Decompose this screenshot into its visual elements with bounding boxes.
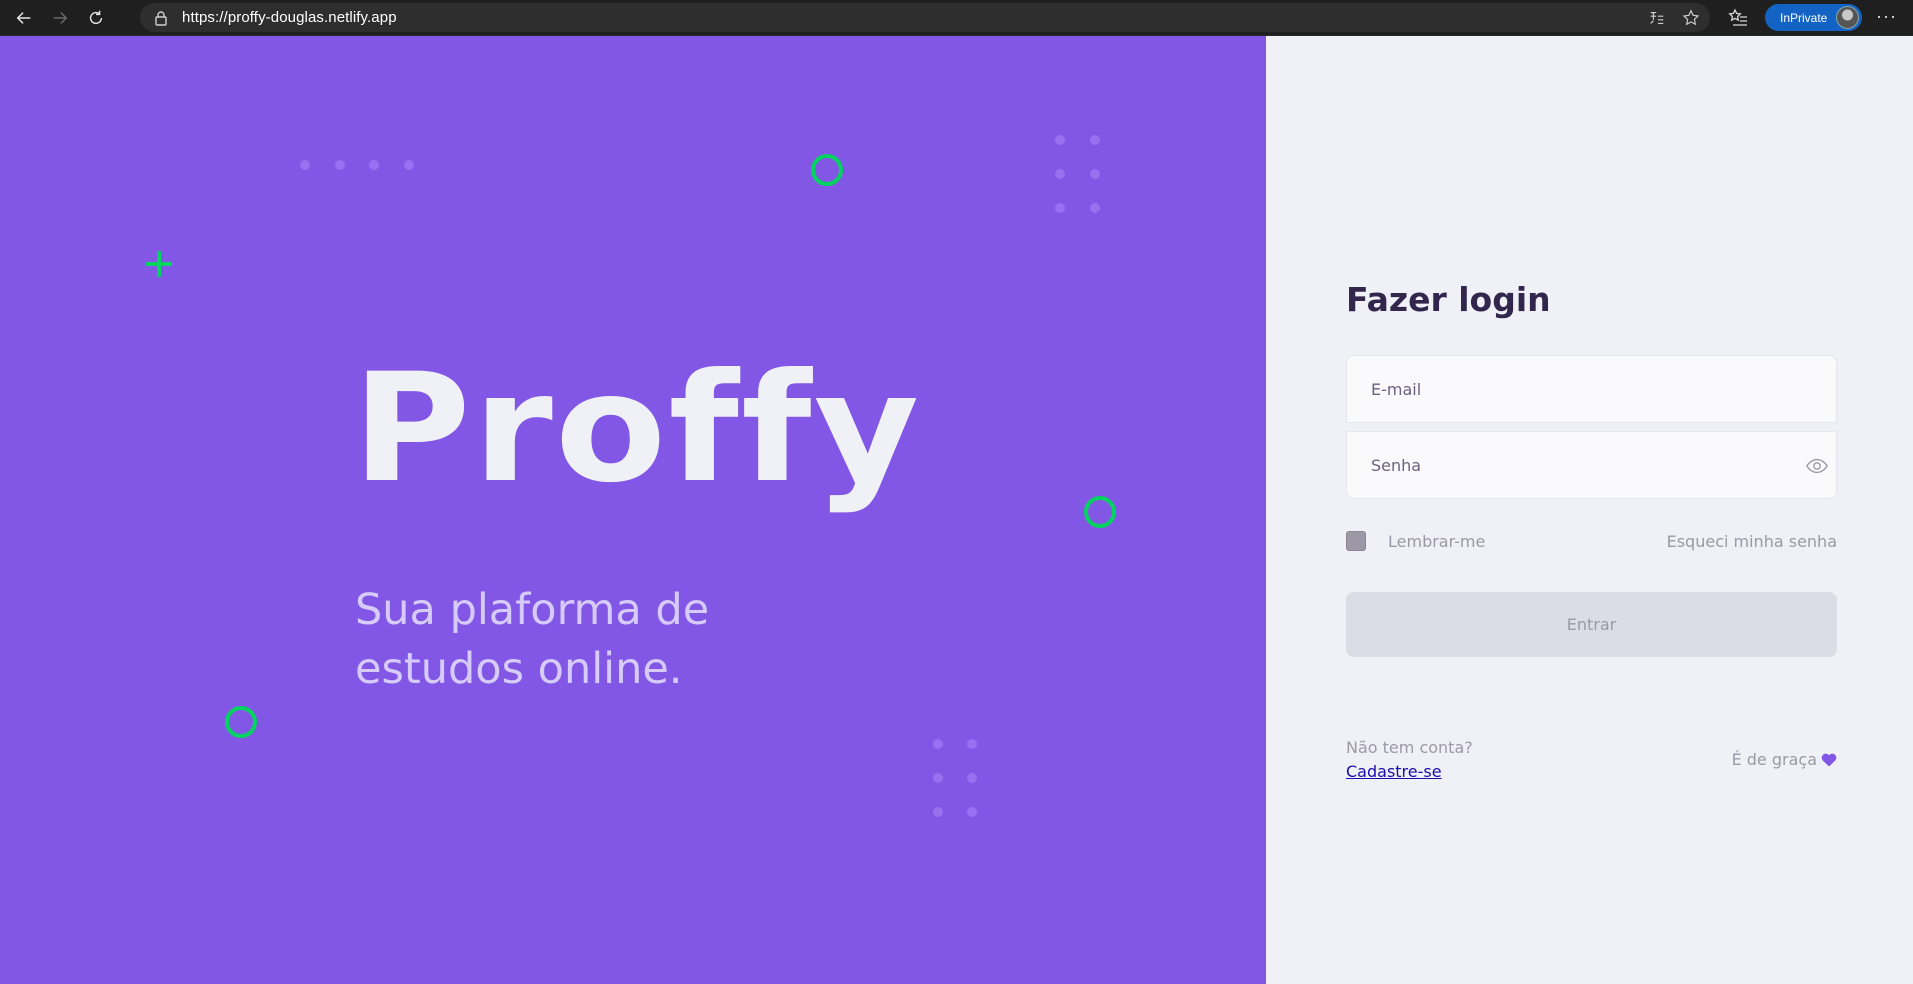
browser-toolbar: https://proffy-douglas.netlify.app InPri… (0, 0, 1913, 36)
tagline-line-1: Sua plaforma de (355, 585, 710, 635)
decor-dot (1090, 135, 1100, 145)
remember-row: Lembrar-me Esqueci minha senha (1346, 529, 1837, 553)
decor-dot (369, 160, 379, 170)
decor-dot (1090, 203, 1100, 213)
remember-label: Lembrar-me (1388, 531, 1486, 551)
decor-ring (1084, 496, 1116, 528)
signup-question: Não tem conta? (1346, 738, 1473, 757)
decor-dot (1055, 203, 1065, 213)
email-field[interactable] (1346, 355, 1837, 423)
forward-arrow-icon (53, 11, 68, 24)
hero-panel: Proffy Sua plaforma de estudos online. (0, 36, 1266, 984)
heart-icon (1821, 753, 1837, 766)
remember-checkbox[interactable] (1346, 531, 1366, 551)
decor-dot (300, 160, 310, 170)
page-title: Fazer login (1346, 280, 1551, 319)
email-input[interactable] (1371, 379, 1836, 399)
login-panel: Fazer login Lembrar-me Esqueci minha sen… (1266, 36, 1913, 984)
refresh-button[interactable] (78, 0, 114, 36)
back-arrow-icon (16, 11, 31, 24)
decor-dot (933, 773, 943, 783)
profile-avatar (1836, 6, 1859, 29)
forward-button[interactable] (42, 0, 78, 36)
password-field[interactable] (1346, 431, 1837, 499)
lock-icon (155, 10, 167, 26)
address-bar[interactable]: https://proffy-douglas.netlify.app (140, 3, 1710, 32)
login-submit-button[interactable]: Entrar (1346, 592, 1837, 657)
decor-dot (967, 807, 977, 817)
read-aloud-icon[interactable] (1648, 9, 1666, 27)
decor-dot (1055, 169, 1065, 179)
decor-dot (335, 160, 345, 170)
inprivate-label: InPrivate (1780, 10, 1828, 25)
decor-dot (1090, 169, 1100, 179)
signup-link[interactable]: Cadastre-se (1346, 760, 1442, 784)
proffy-logo: Proffy (352, 342, 922, 516)
decor-ring (225, 706, 257, 738)
forgot-password-link[interactable]: Esqueci minha senha (1667, 532, 1837, 551)
decor-plus-icon (146, 251, 172, 277)
decor-dot (967, 773, 977, 783)
free-note: É de graça (1732, 750, 1837, 769)
more-menu-button[interactable]: ··· (1876, 6, 1897, 27)
password-input[interactable] (1371, 455, 1836, 475)
decor-dot (967, 739, 977, 749)
favorites-button[interactable] (1728, 8, 1748, 33)
inprivate-badge[interactable]: InPrivate (1765, 4, 1862, 31)
decor-dot (933, 807, 943, 817)
eye-icon[interactable] (1806, 456, 1828, 476)
decor-dot (933, 739, 943, 749)
url-text: https://proffy-douglas.netlify.app (182, 9, 397, 26)
tagline-line-2: estudos online. (355, 644, 683, 694)
back-button[interactable] (6, 0, 42, 36)
signup-block: Não tem conta? Cadastre-se (1346, 736, 1473, 784)
decor-dot (1055, 135, 1065, 145)
favorites-list-icon (1728, 8, 1747, 26)
free-note-text: É de graça (1731, 750, 1817, 769)
refresh-icon (89, 10, 103, 24)
decor-ring (811, 154, 843, 186)
hero-tagline: Sua plaforma de estudos online. (355, 581, 855, 699)
decor-dot (404, 160, 414, 170)
favorite-star-icon[interactable] (1682, 8, 1700, 27)
